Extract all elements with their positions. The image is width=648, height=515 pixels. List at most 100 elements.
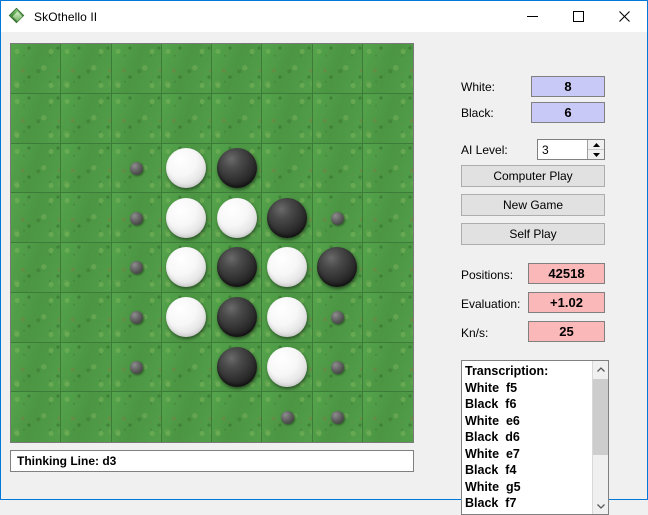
othello-board[interactable]	[10, 43, 414, 443]
board-cell-d3[interactable]	[162, 144, 212, 194]
board-cell-g3[interactable]	[313, 144, 363, 194]
board-cell-a6[interactable]	[11, 293, 61, 343]
legal-move-marker[interactable]	[130, 261, 143, 274]
board-cell-c8[interactable]	[112, 392, 162, 442]
control-panel: White: 8 Black: 6 AI Level: 3 Computer P…	[453, 32, 648, 499]
board-cell-c3[interactable]	[112, 144, 162, 194]
board-cell-e2[interactable]	[212, 94, 262, 144]
ai-level-stepper[interactable]: 3	[537, 139, 605, 160]
board-cell-a7[interactable]	[11, 343, 61, 393]
transcription-panel[interactable]: Transcription:White f5Black f6White e6Bl…	[461, 360, 609, 515]
board-cell-e1[interactable]	[212, 44, 262, 94]
board-cell-f7[interactable]	[262, 343, 312, 393]
transcription-list[interactable]: Transcription:White f5Black f6White e6Bl…	[462, 361, 592, 514]
legal-move-marker[interactable]	[331, 361, 344, 374]
board-cell-c5[interactable]	[112, 243, 162, 293]
board-cell-d5[interactable]	[162, 243, 212, 293]
board-cell-g1[interactable]	[313, 44, 363, 94]
board-cell-f6[interactable]	[262, 293, 312, 343]
ai-level-value[interactable]: 3	[538, 140, 587, 159]
board-cell-g6[interactable]	[313, 293, 363, 343]
board-cell-a1[interactable]	[11, 44, 61, 94]
scrollbar-thumb[interactable]	[593, 379, 608, 455]
board-cell-c1[interactable]	[112, 44, 162, 94]
board-cell-h8[interactable]	[363, 392, 413, 442]
board-cell-f3[interactable]	[262, 144, 312, 194]
board-cell-b3[interactable]	[61, 144, 111, 194]
board-cell-h6[interactable]	[363, 293, 413, 343]
board-cell-e7[interactable]	[212, 343, 262, 393]
legal-move-marker[interactable]	[130, 311, 143, 324]
board-cell-f5[interactable]	[262, 243, 312, 293]
transcription-scrollbar[interactable]	[592, 361, 608, 514]
board-cell-h3[interactable]	[363, 144, 413, 194]
board-cell-b6[interactable]	[61, 293, 111, 343]
legal-move-marker[interactable]	[331, 212, 344, 225]
board-cell-f8[interactable]	[262, 392, 312, 442]
board-cell-a4[interactable]	[11, 193, 61, 243]
board-cell-g2[interactable]	[313, 94, 363, 144]
board-cell-h1[interactable]	[363, 44, 413, 94]
board-cell-f2[interactable]	[262, 94, 312, 144]
thinking-line-text: Thinking Line: d3	[17, 454, 116, 468]
board-cell-e5[interactable]	[212, 243, 262, 293]
board-cell-b7[interactable]	[61, 343, 111, 393]
evaluation-value: +1.02	[528, 292, 605, 313]
board-cell-b1[interactable]	[61, 44, 111, 94]
board-cell-e4[interactable]	[212, 193, 262, 243]
transcription-move: White f5	[465, 380, 592, 397]
transcription-header: Transcription:	[465, 363, 592, 380]
board-cell-a5[interactable]	[11, 243, 61, 293]
board-cell-e6[interactable]	[212, 293, 262, 343]
board-cell-c7[interactable]	[112, 343, 162, 393]
board-cell-a2[interactable]	[11, 94, 61, 144]
scrollbar-track[interactable]	[593, 377, 608, 498]
legal-move-marker[interactable]	[331, 311, 344, 324]
client-area: Thinking Line: d3 White: 8 Black: 6 AI L…	[1, 32, 647, 499]
board-cell-d1[interactable]	[162, 44, 212, 94]
scroll-up-icon[interactable]	[593, 361, 608, 377]
board-cell-a8[interactable]	[11, 392, 61, 442]
chevron-down-icon[interactable]	[588, 150, 604, 159]
board-cell-h2[interactable]	[363, 94, 413, 144]
board-cell-h5[interactable]	[363, 243, 413, 293]
board-cell-b8[interactable]	[61, 392, 111, 442]
board-cell-d8[interactable]	[162, 392, 212, 442]
board-cell-g4[interactable]	[313, 193, 363, 243]
board-cell-h4[interactable]	[363, 193, 413, 243]
white-disc	[166, 148, 206, 188]
board-cell-d4[interactable]	[162, 193, 212, 243]
board-cell-b2[interactable]	[61, 94, 111, 144]
board-cell-f1[interactable]	[262, 44, 312, 94]
legal-move-marker[interactable]	[130, 361, 143, 374]
board-cell-e3[interactable]	[212, 144, 262, 194]
board-cell-b4[interactable]	[61, 193, 111, 243]
close-icon[interactable]	[601, 1, 647, 32]
board-cell-e8[interactable]	[212, 392, 262, 442]
legal-move-marker[interactable]	[281, 411, 294, 424]
board-cell-c4[interactable]	[112, 193, 162, 243]
new-game-button[interactable]: New Game	[461, 194, 605, 216]
legal-move-marker[interactable]	[130, 162, 143, 175]
board-cell-h7[interactable]	[363, 343, 413, 393]
maximize-icon[interactable]	[555, 1, 601, 32]
board-cell-a3[interactable]	[11, 144, 61, 194]
board-cell-g7[interactable]	[313, 343, 363, 393]
legal-move-marker[interactable]	[331, 411, 344, 424]
board-cell-c6[interactable]	[112, 293, 162, 343]
board-cell-c2[interactable]	[112, 94, 162, 144]
scroll-down-icon[interactable]	[593, 498, 608, 514]
board-cell-g5[interactable]	[313, 243, 363, 293]
white-disc	[267, 247, 307, 287]
board-cell-d7[interactable]	[162, 343, 212, 393]
board-cell-d6[interactable]	[162, 293, 212, 343]
board-cell-b5[interactable]	[61, 243, 111, 293]
legal-move-marker[interactable]	[130, 212, 143, 225]
minimize-icon[interactable]	[509, 1, 555, 32]
board-cell-f4[interactable]	[262, 193, 312, 243]
board-cell-d2[interactable]	[162, 94, 212, 144]
chevron-up-icon[interactable]	[588, 140, 604, 150]
board-cell-g8[interactable]	[313, 392, 363, 442]
self-play-button[interactable]: Self Play	[461, 223, 605, 245]
computer-play-button[interactable]: Computer Play	[461, 165, 605, 187]
